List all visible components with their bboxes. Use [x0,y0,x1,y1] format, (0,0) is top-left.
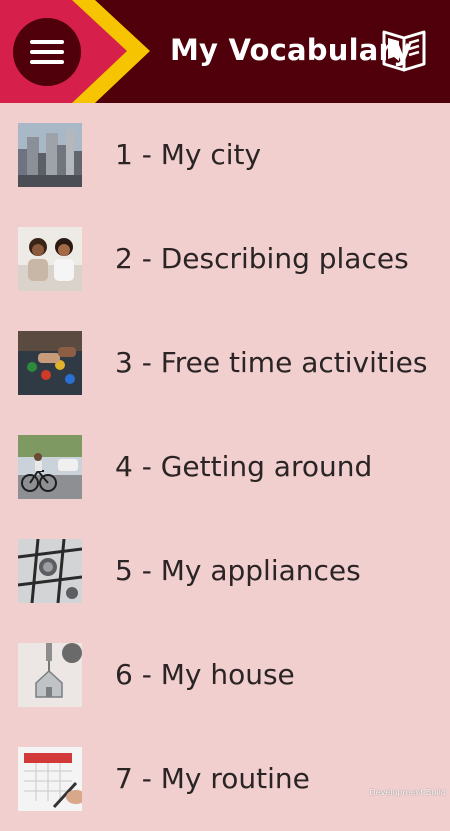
lesson-label: 7 - My routine [115,762,310,795]
lesson-label: 6 - My house [115,658,295,691]
open-book-icon [382,30,426,72]
lesson-item-getting-around[interactable]: 4 - Getting around [0,415,450,519]
lesson-item-my-appliances[interactable]: 5 - My appliances [0,519,450,623]
lesson-item-my-city[interactable]: 1 - My city [0,103,450,207]
calendar-writing-thumbnail [18,747,82,811]
lesson-item-my-routine[interactable]: 7 - My routine [0,727,450,831]
lesson-label: 3 - Free time activities [115,346,428,379]
house-keychain-thumbnail [18,643,82,707]
lesson-item-free-time-activities[interactable]: 3 - Free time activities [0,311,450,415]
page-title: My Vocabulary [170,33,413,67]
build-label: Development Build [369,788,446,797]
lesson-label: 1 - My city [115,138,262,171]
lesson-item-my-house[interactable]: 6 - My house [0,623,450,727]
lesson-label: 2 - Describing places [115,242,409,275]
lesson-label: 5 - My appliances [115,554,361,587]
city-skyline-thumbnail [18,123,82,187]
menu-button[interactable] [13,18,81,86]
lesson-label: 4 - Getting around [115,450,373,483]
app-header: My Vocabulary [0,0,450,103]
cyclist-thumbnail [18,435,82,499]
lesson-item-describing-places[interactable]: 2 - Describing places [0,207,450,311]
board-game-thumbnail [18,331,82,395]
two-people-talking-thumbnail [18,227,82,291]
gas-stove-thumbnail [18,539,82,603]
